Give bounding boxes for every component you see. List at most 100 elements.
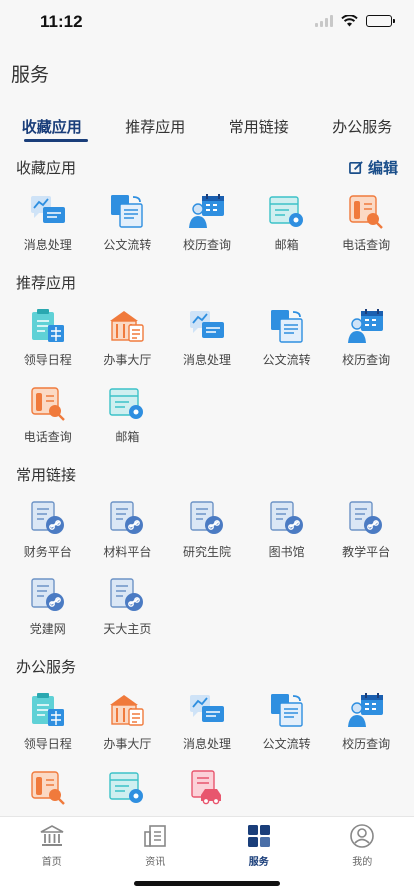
signal-icon [315,15,333,27]
services-content[interactable]: 收藏应用 编辑 消息处理 公文流转 校历查询 邮箱 电话查询 推荐应用 领导日程 办事大厅… [0,148,414,816]
link-doc-icon [346,499,386,537]
mailbox-icon [267,192,307,230]
message-icon [187,691,227,729]
service-hall-icon [107,691,147,729]
phone-icon [346,192,386,230]
tabbar-label: 首页 [41,857,62,868]
app-label: 消息处理 [182,353,231,367]
app-tile[interactable]: 公文流转 [247,685,327,762]
app-tile[interactable]: 电话查询 [326,186,406,263]
app-label: 邮箱 [115,430,140,444]
app-label: 公文流转 [103,238,152,252]
link-doc-icon [107,499,147,537]
app-label: 财务平台 [23,545,72,559]
app-label: 消息处理 [182,737,231,751]
calendar-person-icon [346,307,386,345]
phone-icon [28,768,68,806]
app-tile[interactable]: 天大主页 [88,570,168,647]
app-tile[interactable]: 公文流转 [88,186,168,263]
tab-office-services[interactable]: 办公服务 [311,108,414,142]
page-title: 服务 [11,64,50,86]
link-doc-icon [28,576,68,614]
home-indicator [134,881,280,886]
app-tile[interactable]: 办事大厅 [88,301,168,378]
link-doc-icon [187,499,227,537]
app-tile[interactable]: 消息处理 [167,301,247,378]
app-label: 电话查询 [23,430,72,444]
tabbar-label: 资讯 [145,857,166,868]
app-label: 校历查询 [342,353,391,367]
app-tile[interactable] [88,762,168,816]
app-tile[interactable]: 财务平台 [8,493,88,570]
app-label: 领导日程 [23,353,72,367]
link-doc-icon [267,499,307,537]
message-icon [187,307,227,345]
app-tile[interactable]: 消息处理 [167,685,247,762]
schedule-icon [28,691,68,729]
document-flow-icon [107,192,147,230]
app-label: 办事大厅 [103,353,152,367]
profile-icon [350,824,375,848]
wifi-icon [341,15,358,27]
app-label: 公文流转 [262,353,311,367]
schedule-icon [28,307,68,345]
link-doc-icon [107,576,147,614]
news-icon [144,825,167,847]
service-grid-icon [247,825,270,847]
category-tabs: 收藏应用 推荐应用 常用链接 办公服务 [0,108,414,142]
section-office-services: 办公服务 领导日程 办事大厅 消息处理 公文流转 校历查询 [0,647,414,816]
mailbox-icon [107,384,147,422]
app-tile[interactable]: 材料平台 [88,493,168,570]
service-hall-icon [107,307,147,345]
tab-common-links[interactable]: 常用链接 [207,108,311,142]
document-flow-icon [267,691,307,729]
section-favorites: 收藏应用 编辑 消息处理 公文流转 校历查询 邮箱 电话查询 [0,148,414,263]
app-tile[interactable]: 研究生院 [167,493,247,570]
app-label: 教学平台 [342,545,391,559]
app-tile[interactable] [8,762,88,816]
tabbar-label: 服务 [248,857,269,868]
app-tile[interactable]: 邮箱 [88,378,168,455]
edit-button[interactable]: 编辑 [349,157,398,178]
section-title: 办公服务 [16,657,77,676]
battery-icon [366,15,395,27]
calendar-person-icon [346,691,386,729]
tab-recommended[interactable]: 推荐应用 [104,108,208,142]
home-icon [40,825,64,846]
app-tile[interactable]: 领导日程 [8,685,88,762]
edit-label: 编辑 [367,158,398,177]
tab-favorites[interactable]: 收藏应用 [0,108,104,142]
app-label: 消息处理 [23,238,72,252]
app-tile[interactable]: 公文流转 [247,301,327,378]
app-label: 党建网 [29,622,66,636]
status-time: 11:12 [40,12,83,31]
app-tile[interactable]: 电话查询 [8,378,88,455]
app-tile[interactable]: 办事大厅 [88,685,168,762]
app-label: 天大主页 [103,622,152,636]
section-recommended: 推荐应用 领导日程 办事大厅 消息处理 公文流转 校历查询 电话查询 邮箱 [0,263,414,455]
app-tile[interactable]: 邮箱 [247,186,327,263]
app-label: 材料平台 [103,545,152,559]
tabbar-home[interactable]: 首页 [0,817,104,896]
app-tile[interactable]: 领导日程 [8,301,88,378]
app-label: 图书馆 [268,545,305,559]
section-title: 常用链接 [16,465,77,484]
mailbox-icon [107,768,147,806]
app-label: 研究生院 [182,545,231,559]
app-tile[interactable]: 教学平台 [326,493,406,570]
app-tile[interactable]: 校历查询 [326,685,406,762]
app-tile[interactable]: 党建网 [8,570,88,647]
message-icon [28,192,68,230]
edit-icon [349,160,363,174]
section-title: 收藏应用 [16,158,77,177]
app-tile[interactable]: 校历查询 [167,186,247,263]
app-tile[interactable]: 校历查询 [326,301,406,378]
tabbar-profile[interactable]: 我的 [311,817,414,896]
app-label: 校历查询 [182,238,231,252]
section-common-links: 常用链接 财务平台 材料平台 研究生院 图书馆 教学平台党建网 天大主页 [0,455,414,647]
app-tile[interactable]: 图书馆 [247,493,327,570]
vehicle-icon [187,768,227,806]
app-label: 邮箱 [274,238,299,252]
app-tile[interactable] [167,762,247,816]
app-tile[interactable]: 消息处理 [8,186,88,263]
